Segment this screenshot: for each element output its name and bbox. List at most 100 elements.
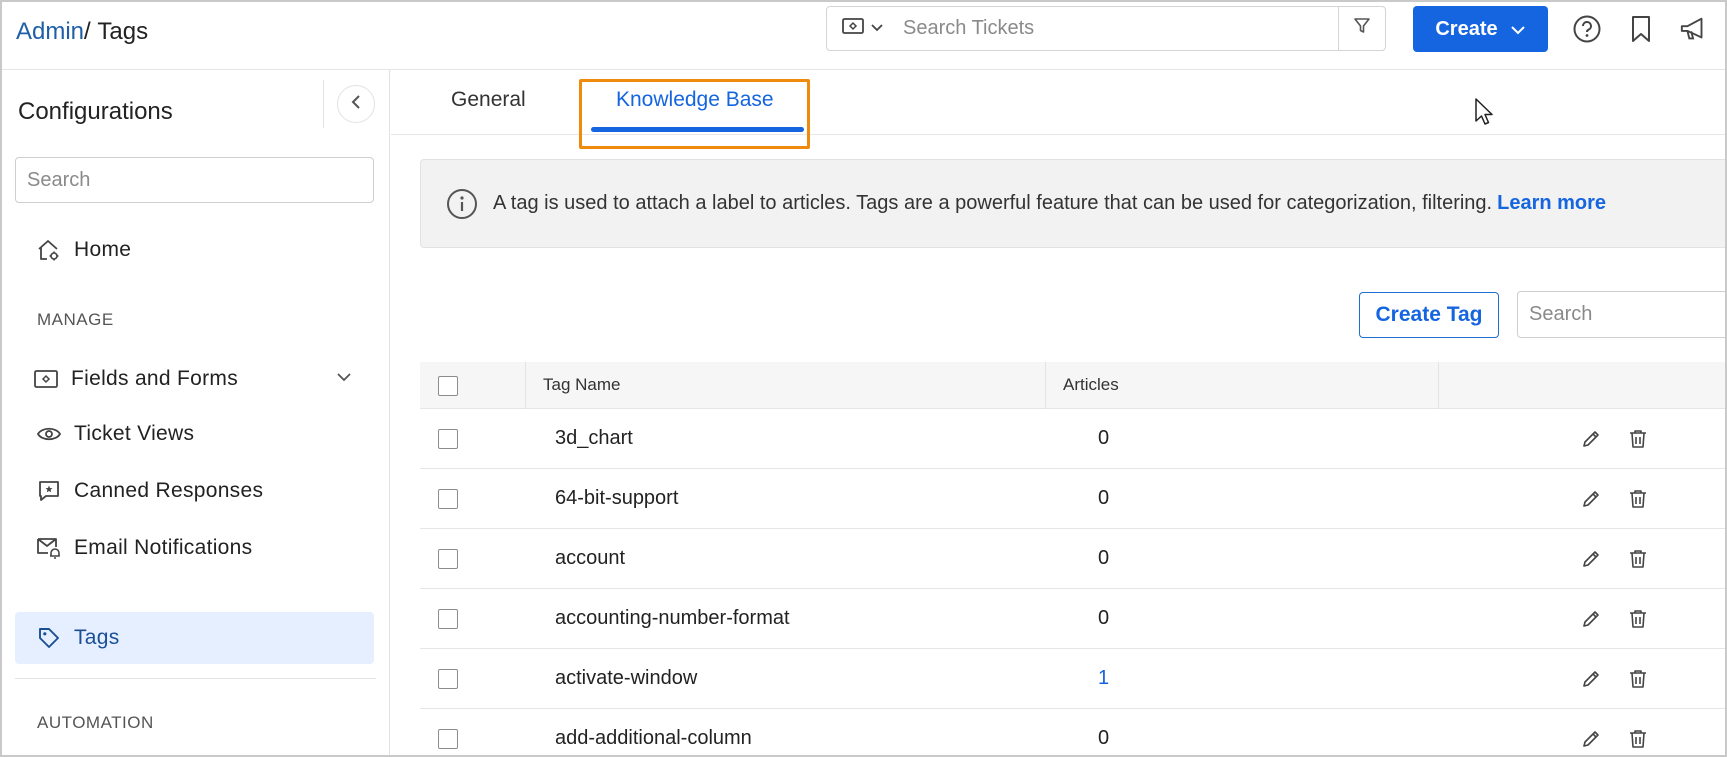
chevron-left-icon (350, 94, 362, 115)
help-icon[interactable] (1572, 14, 1602, 44)
chevron-down-icon (336, 369, 352, 387)
collapse-sidebar-button[interactable] (337, 85, 375, 123)
tag-name: 3d_chart (555, 427, 633, 449)
article-count: 0 (1098, 487, 1110, 509)
bookmark-icon[interactable] (1626, 14, 1656, 44)
tab-knowledge-base[interactable]: Knowledge Base (616, 88, 774, 112)
select-all-checkbox[interactable] (438, 376, 458, 396)
table-row: account 0 (420, 529, 1725, 589)
info-icon (446, 188, 478, 220)
column-divider (1045, 362, 1046, 409)
active-tab-indicator (591, 127, 804, 132)
article-count: 0 (1098, 607, 1110, 629)
email-bell-icon (34, 536, 64, 560)
edit-icon[interactable] (1578, 486, 1604, 512)
delete-icon[interactable] (1625, 426, 1651, 452)
table-header: Tag Name Articles (420, 362, 1725, 409)
sidebar-item-canned-responses[interactable]: Canned Responses (15, 465, 374, 517)
section-label-automation: AUTOMATION (37, 713, 154, 732)
tags-table: Tag Name Articles 3d_chart 0 64-bit-supp… (420, 362, 1725, 755)
edit-icon[interactable] (1578, 606, 1604, 632)
row-checkbox[interactable] (438, 549, 458, 569)
filter-button[interactable] (1338, 7, 1385, 50)
edit-icon[interactable] (1578, 726, 1604, 752)
article-count: 0 (1098, 727, 1110, 749)
create-button-label: Create (1435, 17, 1498, 40)
search-tickets-bar (826, 6, 1386, 51)
sidebar: Configurations Home MANAGE Fields and Fo… (2, 70, 390, 755)
delete-icon[interactable] (1625, 606, 1651, 632)
delete-icon[interactable] (1625, 486, 1651, 512)
table-row: accounting-number-format 0 (420, 589, 1725, 649)
tag-search-input[interactable] (1517, 291, 1725, 338)
announcement-icon[interactable] (1679, 14, 1709, 44)
tag-name: 64-bit-support (555, 487, 679, 509)
ticket-icon (31, 370, 61, 388)
create-button[interactable]: Create (1413, 6, 1548, 52)
sidebar-item-label: Home (74, 238, 132, 261)
tag-name: accounting-number-format (555, 607, 790, 629)
ticket-icon (842, 18, 864, 39)
chevron-down-icon (870, 20, 884, 38)
delete-icon[interactable] (1625, 666, 1651, 692)
mouse-cursor-icon (1474, 97, 1496, 132)
breadcrumb-separator: / (84, 18, 98, 45)
sidebar-item-label: Fields and Forms (71, 367, 239, 390)
column-divider (1438, 362, 1439, 409)
section-label-manage: MANAGE (37, 310, 114, 329)
ticket-type-dropdown[interactable] (827, 7, 899, 50)
delete-icon[interactable] (1625, 726, 1651, 752)
info-banner: A tag is used to attach a label to artic… (420, 159, 1725, 248)
breadcrumb-admin-link[interactable]: Admin (16, 18, 84, 46)
table-row: add-additional-column 0 (420, 709, 1725, 755)
sidebar-search-input[interactable] (15, 157, 374, 203)
chat-icon (34, 480, 64, 502)
sidebar-item-fields-and-forms[interactable]: Fields and Forms (15, 353, 374, 405)
column-header-articles[interactable]: Articles (1063, 375, 1119, 395)
row-checkbox[interactable] (438, 429, 458, 449)
sidebar-item-ticket-views[interactable]: Ticket Views (15, 408, 374, 460)
delete-icon[interactable] (1625, 546, 1651, 572)
eye-icon (34, 426, 64, 442)
sidebar-item-label: Canned Responses (74, 479, 264, 502)
create-tag-button[interactable]: Create Tag (1359, 292, 1499, 338)
article-count-link[interactable]: 1 (1098, 667, 1109, 690)
tab-general[interactable]: General (451, 88, 526, 112)
divider (323, 80, 324, 128)
sidebar-item-label: Tags (74, 626, 120, 649)
row-checkbox[interactable] (438, 489, 458, 509)
search-tickets-input[interactable] (899, 7, 1338, 50)
sidebar-item-label: Email Notifications (74, 536, 253, 559)
table-row: 3d_chart 0 (420, 409, 1725, 469)
row-checkbox[interactable] (438, 729, 458, 749)
row-checkbox[interactable] (438, 609, 458, 629)
breadcrumb-current: Tags (97, 18, 149, 45)
tag-name: add-additional-column (555, 727, 752, 749)
edit-icon[interactable] (1578, 546, 1604, 572)
edit-icon[interactable] (1578, 426, 1604, 452)
tabs-bar: General Knowledge Base (391, 70, 1725, 149)
filter-icon (1353, 17, 1371, 40)
home-settings-icon (34, 238, 64, 262)
app-window: Admin / Tags Create (0, 0, 1727, 757)
sidebar-item-tags[interactable]: Tags (15, 612, 374, 664)
main-content: General Knowledge Base A tag is used to … (391, 70, 1725, 755)
table-row: activate-window 1 (420, 649, 1725, 709)
top-header: Admin / Tags Create (2, 2, 1725, 70)
sidebar-item-label: Ticket Views (74, 422, 195, 445)
chevron-down-icon (1510, 18, 1526, 41)
row-checkbox[interactable] (438, 669, 458, 689)
breadcrumb: Admin / Tags (16, 18, 148, 46)
column-divider (525, 362, 526, 409)
tag-name: account (555, 547, 626, 569)
column-header-tag-name[interactable]: Tag Name (543, 375, 620, 395)
table-row: 64-bit-support 0 (420, 469, 1725, 529)
sidebar-item-home[interactable]: Home (15, 224, 374, 276)
edit-icon[interactable] (1578, 666, 1604, 692)
article-count: 0 (1098, 547, 1110, 569)
tag-icon (34, 627, 64, 649)
sidebar-title: Configurations (18, 98, 173, 125)
learn-more-link[interactable]: Learn more (1497, 192, 1606, 215)
sidebar-item-email-notifications[interactable]: Email Notifications (15, 522, 374, 574)
divider (15, 678, 376, 679)
